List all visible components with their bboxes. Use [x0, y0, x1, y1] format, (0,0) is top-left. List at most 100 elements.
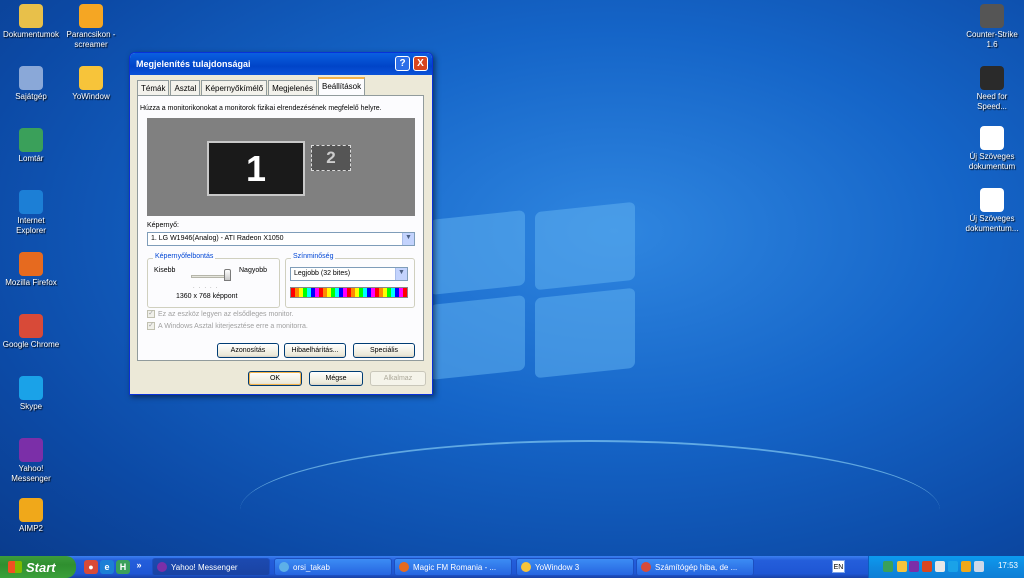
desktop-shortcut-label: Sajátgép — [15, 92, 47, 101]
ok-button[interactable]: OK — [248, 371, 302, 386]
dialog-titlebar[interactable]: Megjelenítés tulajdonságai ? X — [130, 53, 432, 75]
desktop-shortcut[interactable]: Need for Speed... — [961, 66, 1023, 112]
instruction-text: Húzza a monitorikonokat a monitorok fizi… — [140, 105, 382, 112]
recycle-bin-icon — [19, 128, 43, 152]
identify-button[interactable]: Azonosítás — [217, 343, 279, 358]
system-tray: 17:53 — [868, 556, 1024, 578]
firefox-icon — [19, 252, 43, 276]
chrome-quicklaunch-icon[interactable]: ● — [84, 560, 98, 574]
taskbar-task-button[interactable]: YoWindow 3 — [516, 558, 634, 576]
screamer-icon — [79, 4, 103, 28]
taskbar: Start ● e H » Yahoo! Messenger orsi_takab… — [0, 556, 1024, 578]
task-app-icon — [157, 562, 167, 572]
desktop-shortcut[interactable]: Mozilla Firefox — [0, 252, 62, 288]
desktop-shortcut-label: Mozilla Firefox — [5, 278, 57, 287]
desktop-shortcut-label: Parancsikon - screamer — [66, 30, 116, 49]
need-for-speed-icon — [980, 66, 1004, 90]
text-document-icon — [980, 188, 1004, 212]
spreadsheet-quicklaunch-icon[interactable]: H — [116, 560, 130, 574]
tray-ati-icon[interactable] — [922, 561, 932, 572]
skype-icon — [19, 376, 43, 400]
windows-logo-wallpaper — [430, 201, 640, 385]
monitor-1[interactable]: 1 — [207, 141, 305, 196]
checkbox-box[interactable]: ✓ — [147, 322, 155, 330]
desktop-shortcut[interactable]: Új Szöveges dokumentum — [961, 126, 1023, 172]
display-properties-dialog: Megjelenítés tulajdonságai ? X Témák Asz… — [129, 52, 433, 395]
tab-screensaver[interactable]: Képernyőkímélő — [201, 80, 268, 95]
color-quality-group-title: Színminőség — [291, 253, 336, 260]
tray-messenger-icon[interactable] — [909, 561, 919, 572]
task-app-icon — [641, 562, 651, 572]
task-label: Számítógép hiba, de ... — [655, 562, 738, 572]
color-quality-value: Legjobb (32 bites) — [294, 270, 351, 277]
tray-app-icon[interactable] — [883, 561, 893, 572]
desktop-shortcut-label: Need for Speed... — [976, 92, 1008, 111]
desktop-shortcut-label: Counter-Strike 1.6 — [966, 30, 1018, 49]
task-label: Magic FM Romania - ... — [413, 562, 497, 572]
close-button[interactable]: X — [413, 56, 428, 71]
tab-themes[interactable]: Témák — [137, 80, 170, 95]
task-label: orsi_takab — [293, 562, 330, 572]
tab-settings[interactable]: Beállítások — [317, 77, 366, 95]
cancel-button[interactable]: Mégse — [309, 371, 363, 386]
desktop-shortcut-label: Skype — [19, 402, 43, 411]
tray-volume-icon[interactable] — [974, 561, 984, 572]
clock: 17:53 — [997, 561, 1018, 570]
taskbar-task-button[interactable]: Magic FM Romania - ... — [394, 558, 512, 576]
desktop-shortcut-label: Új Szöveges dokumentum — [968, 152, 1016, 171]
taskbar-task-button[interactable]: Számítógép hiba, de ... — [636, 558, 754, 576]
start-label: Start — [26, 559, 56, 575]
desktop-shortcut[interactable]: AIMP2 — [0, 498, 62, 534]
desktop-shortcut[interactable]: Lomtár — [0, 128, 62, 164]
chevron-down-icon[interactable]: ▼ — [402, 233, 414, 245]
troubleshoot-button[interactable]: Hibaelhárítás... — [284, 343, 346, 358]
tab-desktop[interactable]: Asztal — [170, 80, 201, 95]
tray-network-icon[interactable] — [935, 561, 945, 572]
desktop-shortcut[interactable]: Dokumentumok — [0, 4, 62, 40]
start-button[interactable]: Start — [0, 556, 76, 578]
primary-monitor-checkbox[interactable]: ✓ Ez az eszköz legyen az elsődleges moni… — [147, 310, 293, 318]
color-quality-group: Színminőség — [285, 253, 415, 308]
task-label: YoWindow 3 — [535, 562, 580, 572]
color-spectrum-preview — [290, 287, 408, 298]
checkbox-box[interactable]: ✓ — [147, 310, 155, 318]
ie-quicklaunch-icon[interactable]: e — [100, 560, 114, 574]
monitor-arrangement-area: 1 2 — [147, 118, 415, 216]
desktop-shortcut[interactable]: Counter-Strike 1.6 — [961, 4, 1023, 50]
desktop-shortcut[interactable]: Parancsikon - screamer — [60, 4, 122, 50]
dialog-title: Megjelenítés tulajdonságai — [136, 59, 251, 69]
yahoo-messenger-icon — [19, 438, 43, 462]
extend-desktop-label: A Windows Asztal kiterjesztése erre a mo… — [158, 322, 308, 330]
resolution-slider-thumb[interactable] — [224, 269, 231, 281]
advanced-button[interactable]: Speciális — [353, 343, 415, 358]
tray-weather-icon[interactable] — [897, 561, 907, 572]
apply-button[interactable]: Alkalmaz — [370, 371, 426, 386]
display-select[interactable]: 1. LG W1946(Analog) - ATI Radeon X1050 ▼ — [147, 232, 415, 246]
desktop-shortcut[interactable]: Yahoo! Messenger — [0, 438, 62, 484]
desktop-shortcut[interactable]: YoWindow — [60, 66, 122, 102]
desktop-shortcut-label: YoWindow — [72, 92, 110, 101]
primary-monitor-label: Ez az eszköz legyen az elsődleges monito… — [158, 310, 294, 318]
tray-aimp-icon[interactable] — [961, 561, 971, 572]
help-button[interactable]: ? — [395, 56, 410, 71]
extend-desktop-checkbox[interactable]: ✓ A Windows Asztal kiterjesztése erre a … — [147, 322, 308, 330]
chevron-down-icon[interactable]: ▼ — [395, 268, 407, 280]
monitor-2[interactable]: 2 — [311, 145, 351, 171]
more-quicklaunch-chevron-icon[interactable]: » — [134, 558, 144, 572]
desktop-shortcut[interactable]: Skype — [0, 376, 62, 412]
desktop-shortcut[interactable]: Google Chrome — [0, 314, 62, 350]
desktop-shortcut[interactable]: Új Szöveges dokumentum... — [961, 188, 1023, 234]
taskbar-task-button[interactable]: orsi_takab — [274, 558, 392, 576]
tray-skype-icon[interactable] — [948, 561, 958, 572]
color-quality-select[interactable]: Legjobb (32 bites) ▼ — [290, 267, 408, 281]
tab-bar: Témák Asztal Képernyőkímélő Megjelenés B… — [137, 77, 366, 95]
desktop-shortcut-label: Internet Explorer — [16, 216, 46, 235]
desktop-shortcut-label: Új Szöveges dokumentum... — [965, 214, 1019, 233]
language-indicator[interactable]: EN — [832, 560, 845, 573]
desktop-shortcut[interactable]: Sajátgép — [0, 66, 62, 102]
taskbar-task-button[interactable]: Yahoo! Messenger — [152, 558, 270, 576]
slider-ticks: ····· — [193, 285, 222, 291]
tab-appearance[interactable]: Megjelenés — [268, 80, 317, 95]
desktop-shortcut[interactable]: Internet Explorer — [0, 190, 62, 236]
desktop-shortcut-label: Lomtár — [18, 154, 44, 163]
